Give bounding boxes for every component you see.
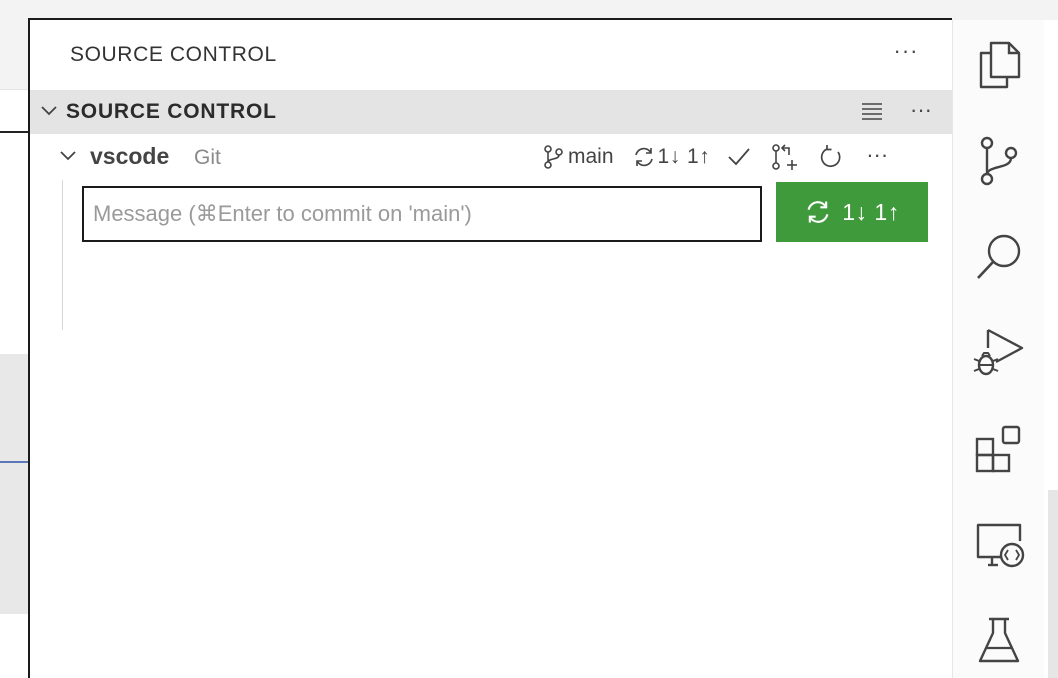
editor-cursor-line (0, 461, 30, 463)
extensions-icon (975, 425, 1021, 473)
refresh-icon (821, 145, 841, 168)
activity-search[interactable] (953, 212, 1045, 302)
chevron-down-icon (41, 106, 57, 116)
editor-tab-edge[interactable] (0, 20, 30, 89)
commit-message-input[interactable] (82, 186, 762, 242)
sync-changes-status-button[interactable]: 1↓ 1↑ (632, 142, 711, 172)
search-icon (977, 234, 1021, 279)
view-as-list-icon[interactable] (860, 101, 884, 123)
git-pull-request-create-icon (772, 144, 798, 170)
vscode-window: SOURCE CONTROL ··· SOURCE CONTROL ··· vs… (0, 0, 1058, 678)
git-branch-icon (544, 145, 563, 169)
sync-icon (807, 201, 829, 223)
view-title: SOURCE CONTROL (70, 43, 277, 66)
refresh-button[interactable] (816, 142, 846, 172)
branch-name: main (568, 145, 614, 168)
sync-changes-button[interactable]: 1↓ 1↑ (776, 182, 928, 242)
sidebar-top-border (30, 18, 952, 20)
commit-button[interactable] (724, 142, 754, 172)
source-control-icon (980, 136, 1018, 186)
repository-row[interactable]: vscode Git main 1↓ 1↑ ··· (30, 134, 952, 180)
repository-name: vscode (90, 143, 170, 169)
chevron-down-icon[interactable] (58, 146, 78, 166)
sidebar-left-border (28, 18, 30, 678)
activity-source-control[interactable] (953, 116, 1045, 206)
editor-titlebar-edge (0, 0, 30, 20)
repository-more-actions-button[interactable]: ··· (862, 142, 892, 172)
sync-icon (634, 147, 653, 167)
explorer-icon (979, 41, 1021, 89)
editor-tab-divider (0, 89, 30, 90)
activity-extensions[interactable] (953, 404, 1045, 494)
tree-indent-guide (62, 180, 63, 330)
activity-explorer[interactable] (953, 20, 1045, 110)
source-control-sidebar: SOURCE CONTROL ··· SOURCE CONTROL ··· vs… (30, 20, 952, 678)
repository-provider: Git (194, 146, 221, 169)
activity-run-debug[interactable] (953, 308, 1045, 398)
sync-button-label: 1↓ 1↑ (842, 198, 900, 225)
section-more-actions-button[interactable]: ··· (904, 98, 938, 124)
source-control-section-header[interactable]: SOURCE CONTROL ··· (30, 90, 952, 134)
testing-icon (978, 617, 1020, 663)
section-title: SOURCE CONTROL (66, 100, 277, 123)
title-bar (30, 0, 1058, 20)
activity-testing[interactable] (953, 596, 1045, 678)
branch-picker-button[interactable]: main (542, 142, 614, 172)
editor-content-edge (0, 354, 30, 614)
check-icon (728, 148, 750, 166)
activity-remote-explorer[interactable] (953, 500, 1045, 590)
scrollbar-track-edge[interactable] (1048, 490, 1058, 678)
activity-bar (952, 20, 1044, 678)
remote-explorer-icon (976, 523, 1025, 568)
editor-breadcrumb-divider (0, 131, 30, 133)
run-debug-icon (973, 328, 1024, 376)
create-pull-request-button[interactable] (770, 142, 800, 172)
repository-actions: main 1↓ 1↑ ··· (542, 142, 892, 172)
sync-status-text: 1↓ 1↑ (657, 145, 711, 168)
view-more-actions-button[interactable]: ··· (890, 38, 922, 68)
